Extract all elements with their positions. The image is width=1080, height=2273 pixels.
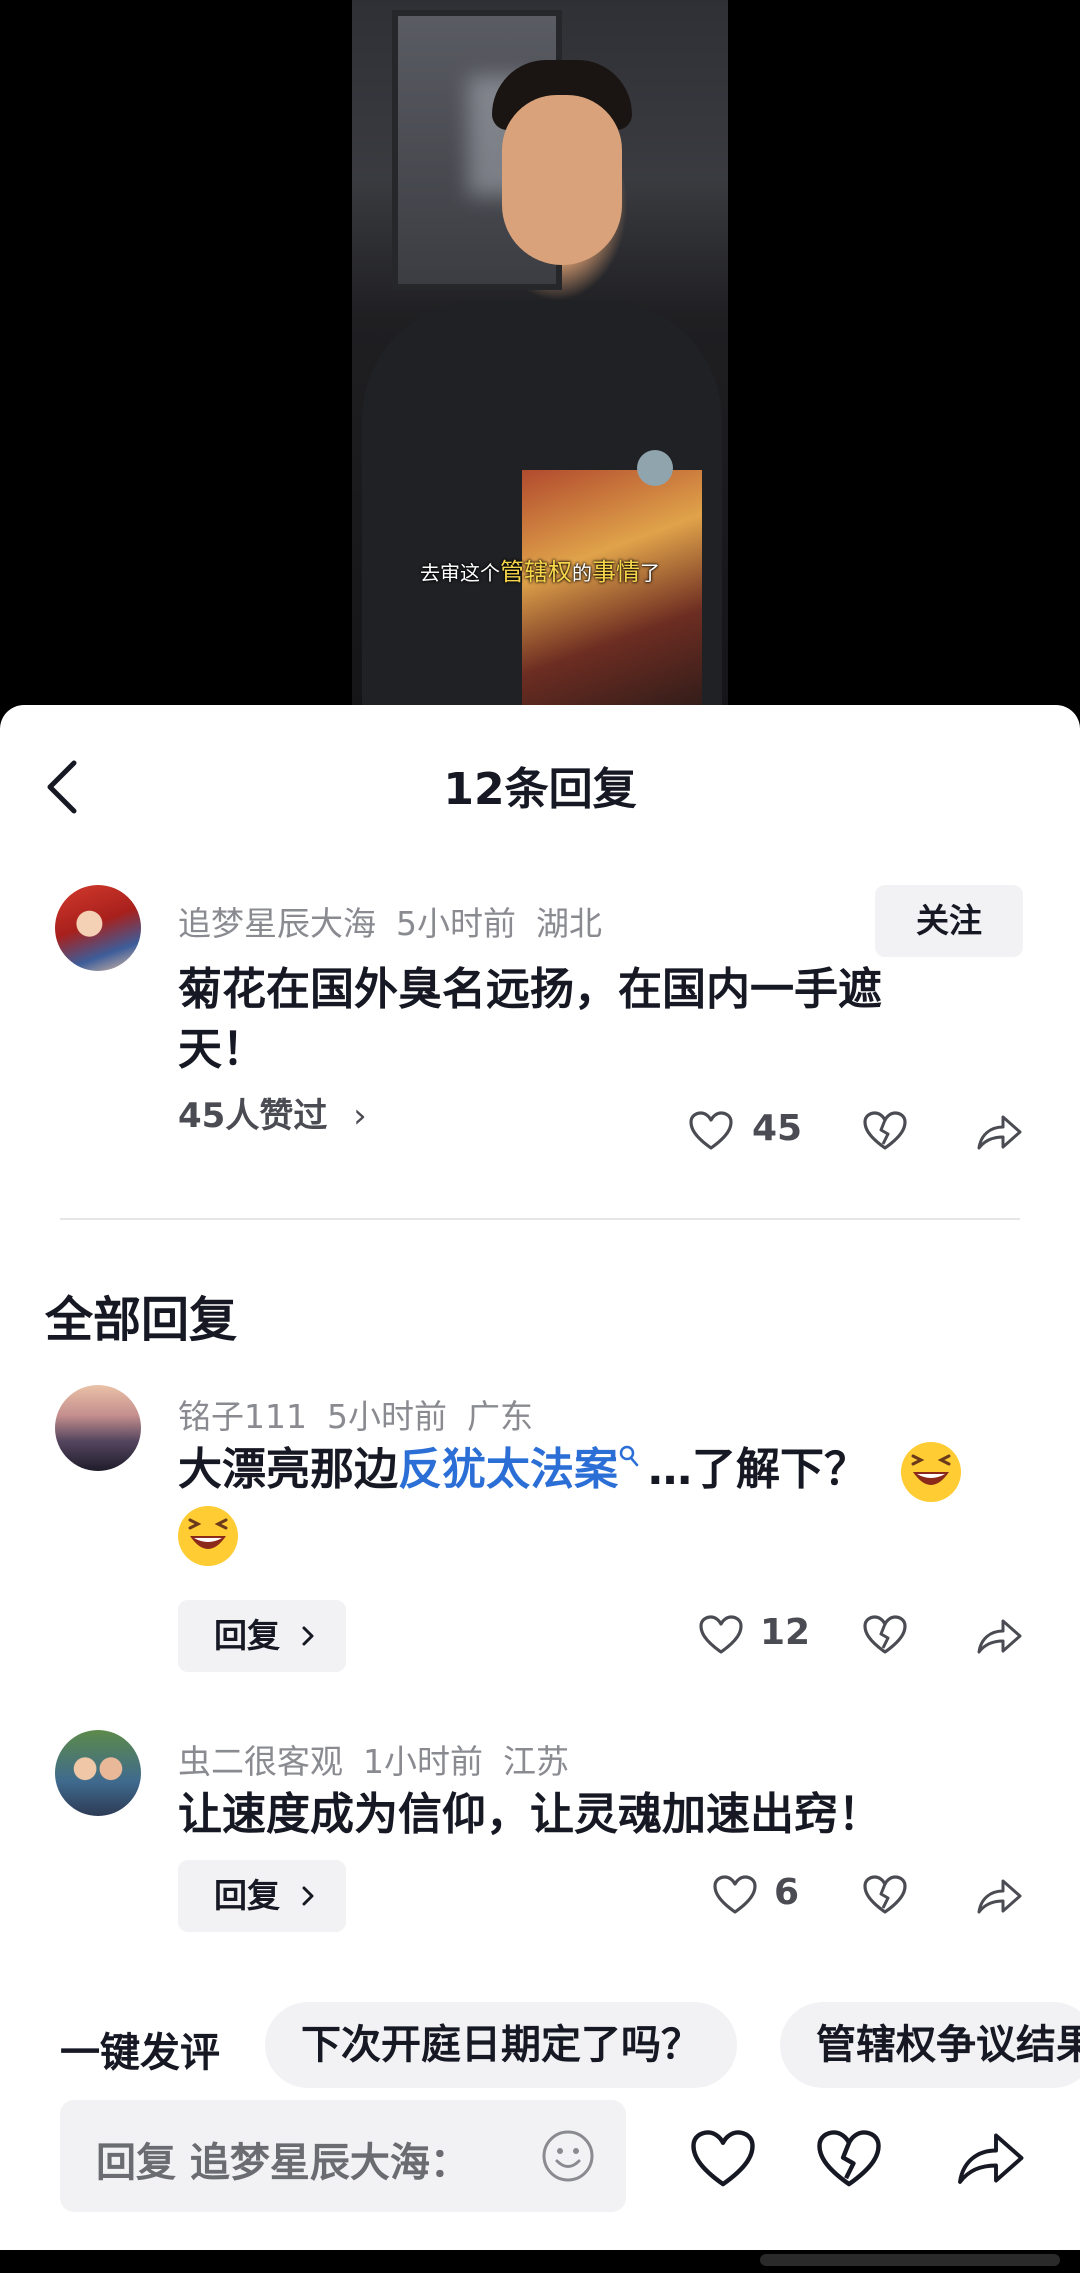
- chevron-right-icon: [302, 1626, 314, 1646]
- reply-text: 让速度成为信仰，让灵魂加速出窍！: [178, 1789, 882, 1840]
- share-icon[interactable]: [975, 1112, 1023, 1152]
- subtitle-highlight-1: 管辖权: [500, 558, 572, 586]
- share-icon[interactable]: [975, 1876, 1023, 1916]
- heart-icon[interactable]: [698, 1614, 744, 1656]
- comment-text-line: 天！: [178, 1024, 266, 1075]
- comment-text: 菊花在国外臭名远扬，在国内一手遮 天！: [178, 960, 978, 1080]
- follow-button[interactable]: 关注: [875, 885, 1023, 957]
- reply-time: 1小时前: [363, 1742, 483, 1781]
- search-icon[interactable]: [618, 1444, 640, 1474]
- reply-text-after: …了解下？: [648, 1444, 868, 1495]
- reply-text-before: 大漂亮那边: [178, 1444, 398, 1495]
- reply-time: 5小时前: [327, 1397, 447, 1436]
- reply-username[interactable]: 铭子111: [178, 1397, 307, 1436]
- reply-location: 广东: [467, 1397, 533, 1436]
- like-count: 45: [752, 1108, 803, 1149]
- reply-meta: 虫二很客观 1小时前 江苏: [178, 1735, 569, 1783]
- comment-username[interactable]: 追梦星辰大海: [178, 904, 376, 943]
- avatar[interactable]: [55, 1385, 141, 1471]
- chevron-right-icon: ›: [353, 1096, 367, 1136]
- quick-comment-chip[interactable]: 管辖权争议结果: [780, 2002, 1080, 2088]
- sheet-header: 12条回复: [0, 705, 1080, 855]
- video-microphone: [637, 450, 673, 486]
- video-player[interactable]: 去审这个管辖权的事情了: [0, 0, 1080, 710]
- heart-icon[interactable]: [688, 2128, 758, 2190]
- search-link[interactable]: 反犹太法案: [398, 1444, 618, 1495]
- video-frame[interactable]: 去审这个管辖权的事情了: [352, 0, 728, 710]
- video-subtitle: 去审这个管辖权的事情了: [352, 552, 728, 587]
- broken-heart-icon[interactable]: [862, 1614, 908, 1656]
- heart-icon[interactable]: [712, 1874, 758, 1916]
- broken-heart-icon[interactable]: [814, 2128, 884, 2190]
- likers-link[interactable]: 45人赞过 ›: [178, 1088, 367, 1137]
- reply-button-label: 回复: [214, 1876, 280, 1915]
- comment-location: 湖北: [536, 904, 602, 943]
- heart-icon[interactable]: [688, 1110, 734, 1152]
- reply-button-label: 回复: [214, 1616, 280, 1655]
- emoji-icon[interactable]: [540, 2128, 596, 2184]
- comment-time: 5小时前: [396, 904, 516, 943]
- subtitle-mid: 的: [572, 561, 592, 585]
- broken-heart-icon[interactable]: [862, 1110, 908, 1152]
- subtitle-highlight-2: 事情: [592, 558, 640, 586]
- reply-location: 江苏: [503, 1742, 569, 1781]
- subtitle-prefix: 去审这个: [420, 561, 500, 585]
- reply-text: 大漂亮那边反犹太法案 …了解下？: [178, 1440, 1038, 1568]
- section-title: 全部回复: [45, 1292, 238, 1348]
- subtitle-suffix: 了: [640, 561, 660, 585]
- video-shirt-graphic: [522, 470, 702, 710]
- broken-heart-icon[interactable]: [862, 1874, 908, 1916]
- divider: [60, 1218, 1020, 1220]
- laughing-emoji-icon: [901, 1442, 962, 1502]
- like-count: 6: [774, 1872, 800, 1913]
- video-person-face: [502, 95, 622, 265]
- quick-comment-label: 一键发评: [60, 2030, 220, 2076]
- reply-input[interactable]: 回复 追梦星辰大海：: [60, 2100, 626, 2212]
- avatar[interactable]: [55, 1730, 141, 1816]
- reply-input-placeholder: 回复 追梦星辰大海：: [96, 2140, 470, 2186]
- comment-meta: 追梦星辰大海 5小时前 湖北: [178, 897, 602, 945]
- reply-button[interactable]: 回复: [178, 1600, 346, 1672]
- reply-button[interactable]: 回复: [178, 1860, 346, 1932]
- quick-comment-chip[interactable]: 下次开庭日期定了吗？: [265, 2002, 737, 2088]
- reply-username[interactable]: 虫二很客观: [178, 1742, 343, 1781]
- avatar[interactable]: [55, 885, 141, 971]
- home-indicator[interactable]: [760, 2254, 1060, 2266]
- share-icon[interactable]: [954, 2128, 1026, 2188]
- comment-text-line: 菊花在国外臭名远扬，在国内一手遮: [178, 964, 882, 1015]
- chevron-right-icon: [302, 1886, 314, 1906]
- likers-label: 45人赞过: [178, 1096, 328, 1136]
- page-title: 12条回复: [443, 764, 637, 815]
- like-count: 12: [760, 1612, 811, 1653]
- laughing-emoji-icon: [178, 1506, 238, 1566]
- reply-meta: 铭子111 5小时前 广东: [178, 1390, 533, 1438]
- share-icon[interactable]: [975, 1616, 1023, 1656]
